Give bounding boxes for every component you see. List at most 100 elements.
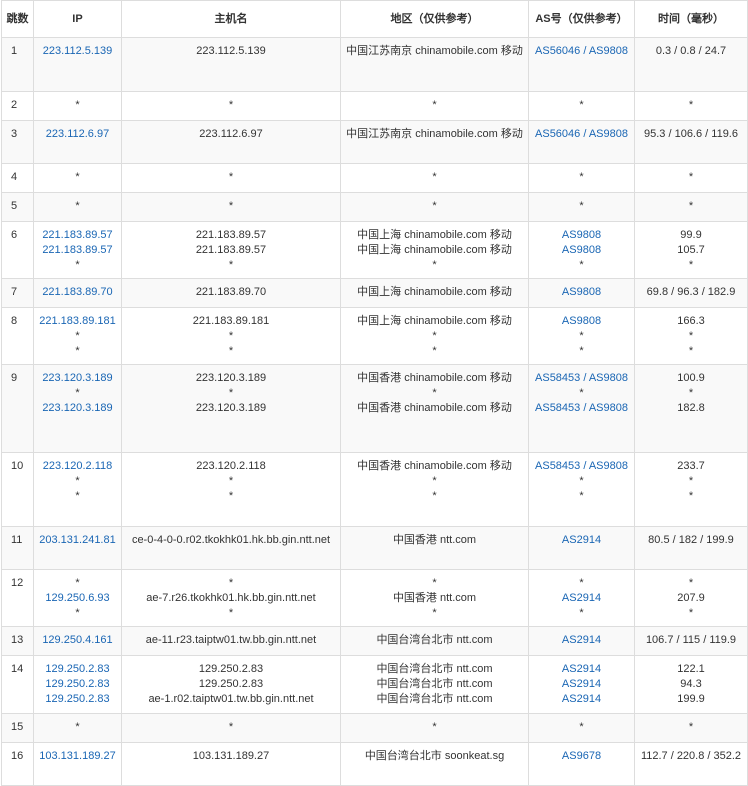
- time-value: 99.9: [680, 229, 702, 241]
- ip-link[interactable]: 129.250.2.83: [38, 662, 117, 677]
- hop-number: 7: [1, 278, 34, 308]
- as-link[interactable]: AS56046 / AS9808: [533, 44, 630, 59]
- host-value: 221.183.89.57: [195, 243, 267, 256]
- ip-link[interactable]: 129.250.2.83: [38, 692, 117, 707]
- header-as: AS号（仅供参考）: [528, 0, 635, 38]
- ip-link[interactable]: 129.250.4.161: [38, 633, 117, 648]
- ip-link[interactable]: 221.183.89.70: [38, 285, 117, 300]
- region-value: *: [432, 200, 437, 212]
- as-link[interactable]: AS2914: [533, 533, 630, 548]
- ip-cell: 223.112.6.97: [33, 120, 122, 164]
- as-link[interactable]: AS2914: [533, 662, 630, 677]
- host-value: *: [228, 577, 234, 589]
- host-cell: 103.131.189.27: [121, 742, 341, 786]
- host-value: 129.250.2.83: [198, 677, 264, 690]
- host-cell: 223.112.5.139: [121, 37, 341, 92]
- time-cell: 166.3 * *: [634, 307, 748, 365]
- region-value: 中国香港 chinamobile.com 移动: [357, 460, 512, 472]
- as-link[interactable]: AS2914: [533, 633, 630, 648]
- host-value: *: [228, 721, 234, 733]
- ip-link[interactable]: 129.250.2.83: [38, 677, 117, 692]
- as-value: *: [579, 721, 584, 733]
- region-cell: *: [340, 713, 529, 743]
- as-link[interactable]: AS58453 / AS9808: [533, 371, 630, 386]
- hop-number: 9: [1, 364, 34, 453]
- region-value: *: [432, 258, 437, 271]
- ip-value: *: [75, 200, 80, 212]
- table-row: 3 223.112.6.97 223.112.6.97 中国江苏南京 chinamob…: [1, 120, 748, 164]
- as-cell: AS58453 / AS9808 * *: [528, 452, 635, 527]
- table-row: 6 221.183.89.57 221.183.89.57 * 221.183.89.5…: [1, 221, 748, 279]
- time-value: *: [688, 344, 694, 357]
- ip-value: *: [75, 489, 80, 502]
- as-link[interactable]: AS9808: [533, 228, 630, 243]
- as-cell: * AS2914 *: [528, 569, 635, 627]
- as-link[interactable]: AS9808: [533, 243, 630, 258]
- region-value: *: [432, 606, 437, 619]
- ip-cell: 221.183.89.70: [33, 278, 122, 308]
- time-cell: *: [634, 163, 748, 193]
- hop-number: 2: [1, 91, 34, 121]
- table-row: 2 * * * * *: [1, 91, 748, 121]
- as-value: *: [579, 344, 584, 357]
- region-cell: 中国上海 chinamobile.com 移动 中国上海 chinamobile.…: [340, 221, 529, 279]
- ip-link[interactable]: 223.120.2.118: [38, 459, 117, 474]
- hop-number: 12: [1, 569, 34, 627]
- hop-number: 13: [1, 626, 34, 656]
- time-cell: 0.3 / 0.8 / 24.7: [634, 37, 748, 92]
- as-cell: *: [528, 713, 635, 743]
- host-value: *: [228, 386, 234, 399]
- time-cell: 112.7 / 220.8 / 352.2: [634, 742, 748, 786]
- region-cell: *: [340, 91, 529, 121]
- as-value: *: [579, 386, 584, 399]
- region-value: 中国江苏南京 chinamobile.com 移动: [346, 128, 523, 140]
- region-value: 中国台湾台北市 soonkeat.sg: [364, 750, 505, 762]
- as-value: *: [579, 258, 584, 271]
- ip-cell: 223.120.3.189 * 223.120.3.189: [33, 364, 122, 453]
- table-row: 9 223.120.3.189 * 223.120.3.189 223.120.3.18…: [1, 364, 748, 453]
- time-value: *: [688, 99, 694, 111]
- ip-link[interactable]: 221.183.89.181: [38, 314, 117, 329]
- as-value: *: [579, 329, 584, 342]
- as-link[interactable]: AS9808: [533, 314, 630, 329]
- table-row: 8 221.183.89.181 * * 221.183.89.181 * * 中国上海 ch…: [1, 307, 748, 365]
- region-value: 中国上海 chinamobile.com 移动: [357, 315, 512, 327]
- host-value: ae-11.r23.taiptw01.tw.bb.gin.ntt.net: [145, 634, 317, 646]
- host-value: 223.112.6.97: [199, 128, 263, 140]
- ip-link[interactable]: 129.250.6.93: [38, 591, 117, 606]
- time-value: *: [688, 721, 694, 733]
- as-link[interactable]: AS56046 / AS9808: [533, 127, 630, 142]
- ip-link[interactable]: 203.131.241.81: [38, 533, 117, 548]
- table-header-row: 跳数 IP 主机名 地区（仅供参考） AS号（仅供参考） 时间（毫秒）: [1, 0, 748, 38]
- time-value: *: [688, 200, 694, 212]
- time-cell: *: [634, 713, 748, 743]
- as-link[interactable]: AS58453 / AS9808: [533, 459, 630, 474]
- time-value: 80.5 / 182 / 199.9: [648, 534, 734, 546]
- hop-number: 14: [1, 655, 34, 714]
- as-link[interactable]: AS2914: [533, 591, 630, 606]
- ip-cell: *: [33, 91, 122, 121]
- as-link[interactable]: AS2914: [533, 677, 630, 692]
- header-ip: IP: [33, 0, 122, 38]
- ip-value: *: [75, 721, 80, 733]
- host-value: *: [228, 606, 234, 619]
- hop-number: 11: [1, 526, 34, 570]
- as-cell: AS9808 AS9808 *: [528, 221, 635, 279]
- ip-link[interactable]: 223.120.3.189: [38, 401, 117, 416]
- ip-link[interactable]: 223.112.6.97: [38, 127, 117, 142]
- as-link[interactable]: AS9808: [533, 285, 630, 300]
- ip-link[interactable]: 103.131.189.27: [38, 749, 117, 764]
- ip-link[interactable]: 223.112.5.139: [38, 44, 117, 59]
- as-link[interactable]: AS9678: [533, 749, 630, 764]
- as-link[interactable]: AS2914: [533, 692, 630, 707]
- ip-link[interactable]: 221.183.89.57: [38, 243, 117, 258]
- hop-number: 16: [1, 742, 34, 786]
- host-cell: *: [121, 91, 341, 121]
- time-value: 122.1: [677, 663, 705, 675]
- time-value: 207.9: [677, 591, 705, 604]
- host-value: *: [228, 344, 234, 357]
- ip-link[interactable]: 223.120.3.189: [38, 371, 117, 386]
- region-cell: 中国台湾台北市 soonkeat.sg: [340, 742, 529, 786]
- ip-link[interactable]: 221.183.89.57: [38, 228, 117, 243]
- as-link[interactable]: AS58453 / AS9808: [533, 401, 630, 416]
